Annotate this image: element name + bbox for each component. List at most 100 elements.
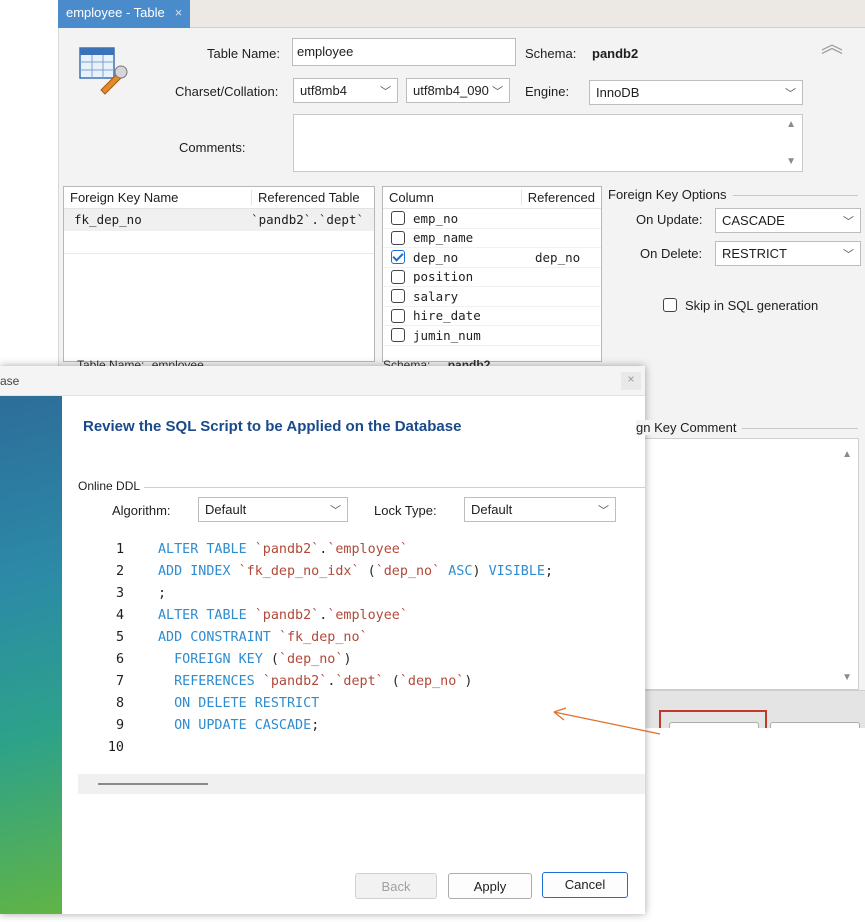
scroll-up-icon[interactable]: ▲ [842, 449, 852, 460]
fk-row[interactable]: fk_dep_no `pandb2`.`dept` [64, 209, 374, 231]
line-number: 9 [115, 718, 124, 733]
column-row[interactable]: jumin_num [383, 326, 601, 346]
skip-sql-label: Skip in SQL generation [685, 298, 819, 313]
referenced-column: dep_no [535, 249, 581, 265]
line-number: 7 [115, 674, 124, 689]
engine-select[interactable]: InnoDB ﹀ [589, 80, 803, 105]
column-rows: emp_no emp_name dep_no dep_no position salary… [383, 209, 601, 346]
chevron-down-icon: ﹀ [598, 505, 609, 517]
collapse-icon[interactable]: ︽ [821, 34, 843, 56]
row-divider [64, 253, 374, 254]
checkbox-icon[interactable] [391, 211, 405, 226]
code-text: ON DELETE RESTRICT [158, 696, 319, 711]
line-number: 6 [115, 652, 124, 667]
code-token: `pandb2` [254, 542, 320, 557]
code-token: ; [158, 586, 167, 601]
ghost-schema-label: Schema: [383, 358, 431, 366]
dialog-side-banner [0, 396, 62, 914]
column-name: hire_date [413, 308, 481, 324]
fk-comment-textarea[interactable]: ▲ ▼ [644, 438, 859, 690]
code-text: FOREIGN KEY (`dep_no`) [158, 652, 352, 667]
chevron-down-icon: ﹀ [330, 505, 341, 517]
on-delete-label: On Delete: [640, 246, 703, 261]
close-icon[interactable]: × [175, 5, 183, 28]
column-name: emp_no [413, 210, 459, 226]
code-token: ( [270, 652, 279, 667]
back-button[interactable]: Back [355, 873, 437, 899]
charset-select[interactable]: utf8mb4 ﹀ [293, 78, 398, 103]
dialog-apply-button[interactable]: Apply [448, 873, 532, 899]
schema-value: pandb2 [592, 46, 639, 61]
code-token: `dep_no` [278, 652, 344, 667]
on-update-select[interactable]: CASCADE ﹀ [715, 208, 861, 233]
checkbox-icon[interactable] [391, 269, 405, 284]
collation-select[interactable]: utf8mb4_090 ﹀ [406, 78, 510, 103]
column-row[interactable]: emp_no [383, 209, 601, 229]
scroll-down-icon[interactable]: ▼ [842, 672, 852, 683]
code-token: ; [545, 564, 554, 579]
skip-sql-checkbox[interactable]: Skip in SQL generation [663, 298, 818, 313]
code-token: ALTER TABLE [158, 608, 255, 623]
comments-label: Comments: [179, 140, 246, 155]
fk-comment-title: gn Key Comment [636, 420, 743, 435]
dialog-title-bar: ase × [0, 366, 645, 396]
review-sql-dialog: ase × Review the SQL Script to be Applie… [0, 366, 645, 914]
checkbox-icon [663, 298, 677, 312]
column-list-header: Column Referenced [383, 187, 601, 209]
column-row[interactable]: hire_date [383, 307, 601, 326]
charset-label: Charset/Collation: [175, 84, 279, 99]
cancel-button[interactable]: Cancel [542, 872, 628, 898]
code-token: ADD CONSTRAINT [158, 630, 279, 645]
column-row[interactable]: dep_no dep_no [383, 248, 601, 268]
on-delete-select[interactable]: RESTRICT ﹀ [715, 241, 861, 266]
scroll-down-icon[interactable]: ▼ [786, 156, 796, 167]
lock-type-select[interactable]: Default ﹀ [464, 497, 616, 522]
checkbox-icon[interactable] [391, 230, 405, 245]
code-text: ALTER TABLE `pandb2`.`employee` [158, 608, 408, 623]
code-text: ALTER TABLE `pandb2`.`employee` [158, 542, 408, 557]
checkbox-icon[interactable] [391, 289, 405, 304]
column-row[interactable]: position [383, 268, 601, 287]
column-name: position [413, 269, 474, 285]
code-token: `pandb2` [254, 608, 320, 623]
engine-value: InnoDB [596, 85, 640, 100]
chevron-down-icon: ﹀ [492, 86, 503, 98]
annotation-arrow [553, 707, 661, 735]
code-token: ) [343, 652, 352, 667]
fk-options-title: Foreign Key Options [608, 187, 733, 202]
tab-bar: employee - Table × [58, 0, 865, 28]
scrollbar-thumb[interactable] [98, 783, 208, 785]
ghost-value: employee [151, 358, 204, 366]
charset-value: utf8mb4 [300, 83, 347, 98]
comments-textarea[interactable]: ▲ ▼ [293, 114, 803, 172]
column-row[interactable]: emp_name [383, 229, 601, 248]
code-text: ; [158, 586, 166, 601]
close-icon[interactable]: × [621, 372, 641, 390]
table-name-label: Table Name: [207, 46, 280, 61]
algorithm-value: Default [205, 502, 247, 517]
checkbox-icon[interactable] [391, 328, 405, 343]
line-number: 2 [115, 564, 124, 579]
on-update-value: CASCADE [722, 213, 785, 228]
code-token: `pandb2` [262, 674, 328, 689]
dialog-title: ase [0, 374, 20, 388]
scroll-up-icon[interactable]: ▲ [786, 119, 796, 130]
code-token: ( [359, 564, 376, 579]
chevron-down-icon: ﹀ [843, 216, 854, 228]
code-token: ; [311, 718, 320, 733]
column-row[interactable]: salary [383, 287, 601, 307]
foreign-key-list: Foreign Key Name Referenced Table fk_dep… [63, 186, 375, 362]
code-token: VISIBLE [488, 564, 545, 579]
table-name-input[interactable]: employee [292, 38, 516, 66]
fk-row-name: fk_dep_no [74, 212, 142, 227]
online-ddl-label: Online DDL [78, 479, 145, 493]
tab-title: employee - Table [66, 5, 165, 20]
engine-label: Engine: [525, 84, 570, 99]
checkbox-icon[interactable] [391, 308, 405, 323]
algorithm-select[interactable]: Default ﹀ [198, 497, 348, 522]
tab-employee-table[interactable]: employee - Table × [58, 0, 191, 28]
code-token: `employee` [327, 542, 408, 557]
horizontal-scrollbar[interactable] [78, 774, 645, 794]
ghost-schema-value: pandb2 [447, 358, 491, 366]
checkbox-icon[interactable] [391, 250, 405, 265]
